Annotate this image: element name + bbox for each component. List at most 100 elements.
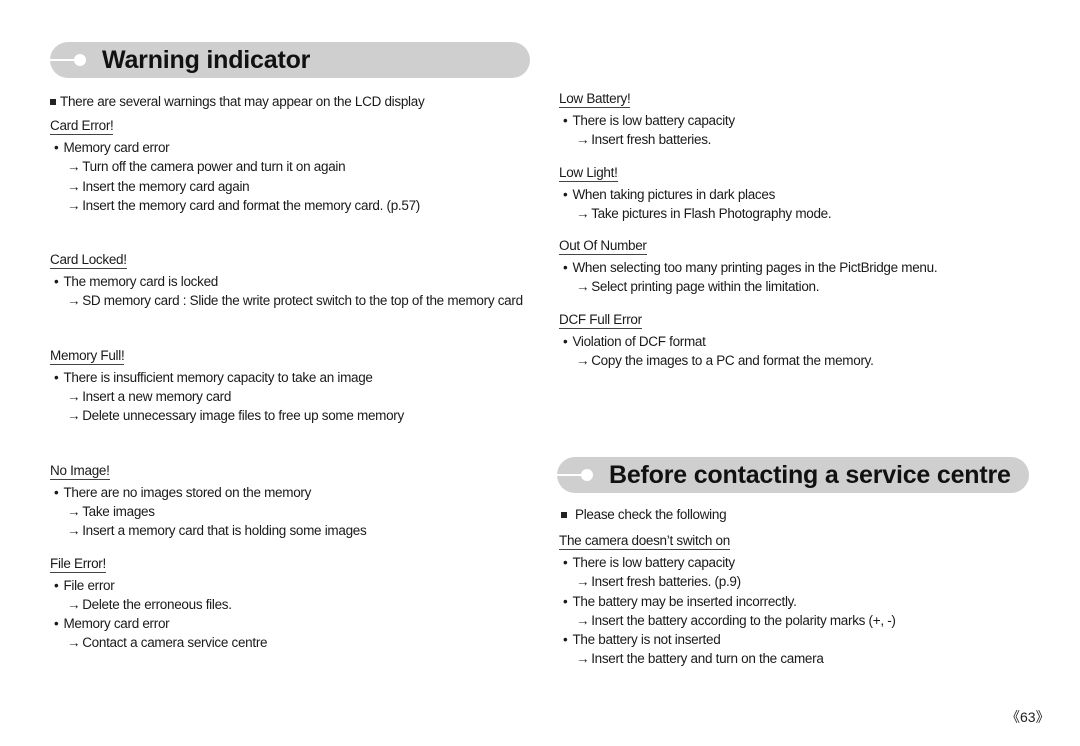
item-text: The battery may be inserted incorrectly. [572,593,797,609]
item-text: SD memory card : Slide the write protect… [82,293,523,309]
bullet-item: • Memory card error [50,138,530,157]
item-text: Insert fresh batteries. (p.9) [591,574,741,590]
remedy-item: → SD memory card : Slide the write protec… [50,291,530,310]
intro-text: There are several warnings that may appe… [50,94,530,109]
item-text: When taking pictures in dark places [572,186,776,202]
bullet-icon: • [563,260,568,276]
remedy-item: → Insert the memory card and format the m… [50,196,530,215]
warning-section: The camera doesn’t switch on • There is lo… [559,532,1029,669]
warning-section: Card Locked! • The memory card is locked → S… [50,251,530,311]
bullet-item: • File error [50,576,530,595]
banner-dot-icon [74,54,86,66]
bullet-item: • There is insufficient memory capacity t… [50,368,530,387]
warning-section: Card Error! • Memory card error → Turn off t… [50,117,530,215]
intro-text: Please check the following [557,507,1029,522]
item-text: Insert the memory card again [82,178,250,194]
item-text: There is low battery capacity [572,555,735,570]
remedy-item: → Contact a camera service centre [50,633,530,652]
warning-section: Low Light! • When taking pictures in dark … [559,164,1039,224]
service-sections: The camera doesn’t switch on • There is lo… [557,532,1029,669]
banner-line-decoration [50,59,76,61]
remedy-item: → Delete unnecessary image files to free … [50,406,530,425]
section-heading: Low Light! [559,164,618,182]
item-text: Insert a memory card that is holding som… [82,523,367,539]
arrow-right-icon: → [67,408,81,424]
item-text: Take images [82,503,155,519]
bullet-item: • The memory card is locked [50,272,530,291]
item-text: Delete the erroneous files. [82,596,232,612]
section-heading: Card Error! [50,118,114,135]
square-bullet-icon [50,98,56,105]
square-bullet-icon [561,511,567,518]
item-text: Select printing page within the limitati… [591,279,820,295]
section-heading: DCF Full Error [559,311,642,329]
arrow-right-icon: → [576,279,590,295]
section-heading: Out Of Number [559,238,647,256]
warning-indicator-banner: Warning indicator [50,42,530,78]
item-text: Insert fresh batteries. [591,132,712,148]
arrow-right-icon: → [576,651,590,667]
bullet-item: • Violation of DCF format [559,332,1039,351]
item-text: Insert a new memory card [82,389,232,405]
section-heading: File Error! [50,555,106,573]
item-text: Memory card error [63,140,170,155]
item-text: There is low battery capacity [572,113,735,128]
section-heading: Low Battery! [559,91,631,108]
warning-section: Memory Full! • There is insufficient memor… [50,347,530,426]
warning-section: No Image! • There are no images stored on … [50,462,530,541]
arrow-right-icon: → [67,197,81,213]
warning-section: Low Battery! • There is low battery capaci… [559,90,1039,150]
section-heading: The camera doesn’t switch on [559,533,730,550]
section-heading: Card Locked! [50,252,127,270]
bullet-icon: • [563,555,568,570]
section-title: Before contacting a service centre [609,460,1011,489]
section-title: Warning indicator [102,45,311,74]
remedy-item: → Copy the images to a PC and format the … [559,351,1039,370]
left-column: Warning indicator There are several warn… [50,42,530,653]
remedy-item: → Insert the memory card again [50,177,530,196]
bullet-icon: • [563,632,568,648]
bullet-item: • There is low battery capacity [559,111,1039,130]
item-text: Contact a camera service centre [82,635,268,651]
remedy-item: → Insert the battery and turn on the came… [559,649,1029,668]
item-text: When selecting too many printing pages i… [572,260,938,276]
item-text: Memory card error [63,616,170,632]
item-text: The battery is not inserted [572,632,721,648]
arrow-right-icon: → [67,293,81,309]
bullet-item: • There are no images stored on the memor… [50,483,530,502]
warning-sections-left: Card Error! • Memory card error → Turn off t… [50,117,530,653]
bullet-item: • The battery may be inserted incorrectly… [559,592,1029,611]
bullet-item: • There is low battery capacity [559,553,1029,572]
bullet-icon: • [54,274,59,290]
arrow-right-icon: → [576,132,590,148]
remedy-item: → Insert the battery according to the pol… [559,611,1029,630]
bullet-icon: • [563,593,568,609]
remedy-item: → Select printing page within the limitat… [559,277,1039,296]
bullet-icon: • [54,369,59,385]
warning-section: Out Of Number • When selecting too many pr… [559,237,1039,297]
item-text: The memory card is locked [63,274,218,290]
item-text: Delete unnecessary image files to free u… [82,408,404,424]
remedy-item: → Insert a memory card that is holding so… [50,521,530,540]
item-text: There is insufficient memory capacity to… [63,369,373,385]
banner-line-decoration [557,474,583,476]
bullet-icon: • [563,186,568,202]
arrow-right-icon: → [67,178,81,194]
arrow-right-icon: → [576,612,590,628]
bullet-item: • When selecting too many printing pages … [559,258,1039,277]
arrow-right-icon: → [67,389,81,405]
arrow-right-icon: → [67,503,81,519]
bullet-icon: • [54,616,59,632]
item-text: Violation of DCF format [572,333,706,349]
arrow-right-icon: → [67,159,81,175]
warning-section: File Error! • File error → Delete the errone… [50,555,530,653]
bullet-item: • Memory card error [50,614,530,633]
remedy-item: → Turn off the camera power and turn it o… [50,157,530,176]
item-text: Copy the images to a PC and format the m… [591,353,874,369]
bullet-icon: • [563,113,568,128]
bullet-item: • When taking pictures in dark places [559,185,1039,204]
arrow-right-icon: → [576,574,590,590]
item-text: Take pictures in Flash Photography mode. [591,205,832,221]
remedy-item: → Insert a new memory card [50,387,530,406]
arrow-right-icon: → [576,353,590,369]
